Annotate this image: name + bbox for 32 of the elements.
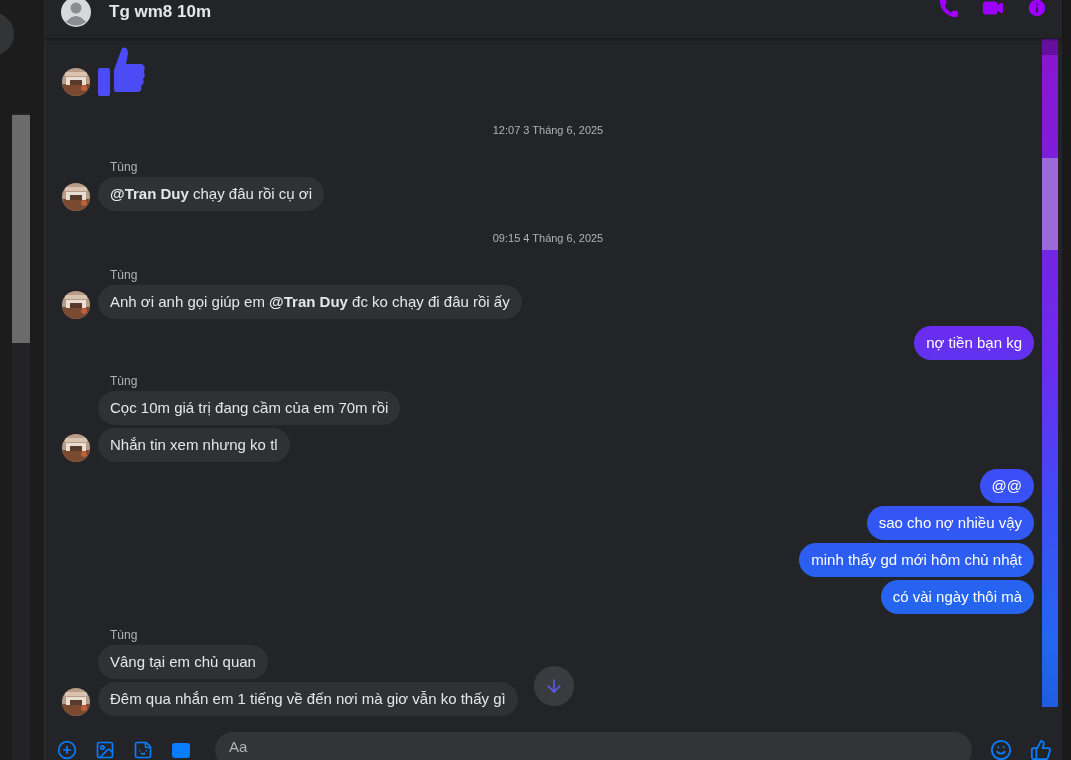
timestamp: 09:15 4 Tháng 6, 2025 bbox=[492, 232, 604, 244]
image-icon[interactable] bbox=[95, 740, 115, 760]
message-bubble: minh thấy gd mới hôm chủ nhật bbox=[799, 543, 1034, 577]
scrollbar[interactable] bbox=[1042, 39, 1058, 707]
message-bubble: Anh ơi anh gọi giúp em @Tran Duy đc ko chạy đi đâu rồi ấy bbox=[98, 285, 522, 319]
plus-icon[interactable] bbox=[57, 740, 77, 760]
avatar-icon bbox=[61, 0, 91, 27]
thumbs-up-icon[interactable] bbox=[1030, 739, 1052, 760]
thumbs-up-icon bbox=[98, 46, 146, 96]
sender-name: Tùng bbox=[110, 374, 139, 388]
sender-name: Tùng bbox=[110, 160, 139, 174]
message-bubble: có vài ngày thôi mà bbox=[880, 580, 1034, 614]
message-bubble: Vâng tại em chủ quan bbox=[98, 645, 268, 679]
message-bubble: Đêm qua nhắn em 1 tiếng về đến nơi mà giơ vẫn ko thấy gì bbox=[98, 682, 518, 716]
message-bubble: Cọc 10m giá trị đang cầm của em 70m rồi bbox=[98, 391, 401, 425]
message-bubble: @@ bbox=[979, 469, 1034, 503]
message-bubble: Nhắn tin xem nhưng ko tl bbox=[98, 428, 290, 462]
sender-name: Tùng bbox=[110, 628, 139, 642]
timestamp: 12:07 3 Tháng 6, 2025 bbox=[492, 124, 604, 136]
sender-name: Tùng bbox=[110, 268, 139, 282]
message-input[interactable]: Aa bbox=[215, 732, 972, 760]
phone-icon[interactable] bbox=[938, 0, 960, 19]
info-icon[interactable] bbox=[1026, 0, 1048, 19]
scroll-down-button[interactable] bbox=[534, 666, 574, 706]
scrollbar[interactable] bbox=[12, 113, 30, 760]
message-bubble: @Tran Duy chạy đâu rồi cụ ơi bbox=[98, 177, 325, 211]
chat-title: Tg wm8 10m bbox=[109, 2, 212, 22]
emoji-icon[interactable] bbox=[990, 739, 1012, 760]
sticker-icon[interactable] bbox=[133, 740, 153, 760]
gif-icon[interactable] bbox=[171, 740, 191, 760]
message-bubble: sao cho nợ nhiều vậy bbox=[866, 506, 1034, 540]
message-bubble: nợ tiền bạn kg bbox=[914, 326, 1034, 360]
